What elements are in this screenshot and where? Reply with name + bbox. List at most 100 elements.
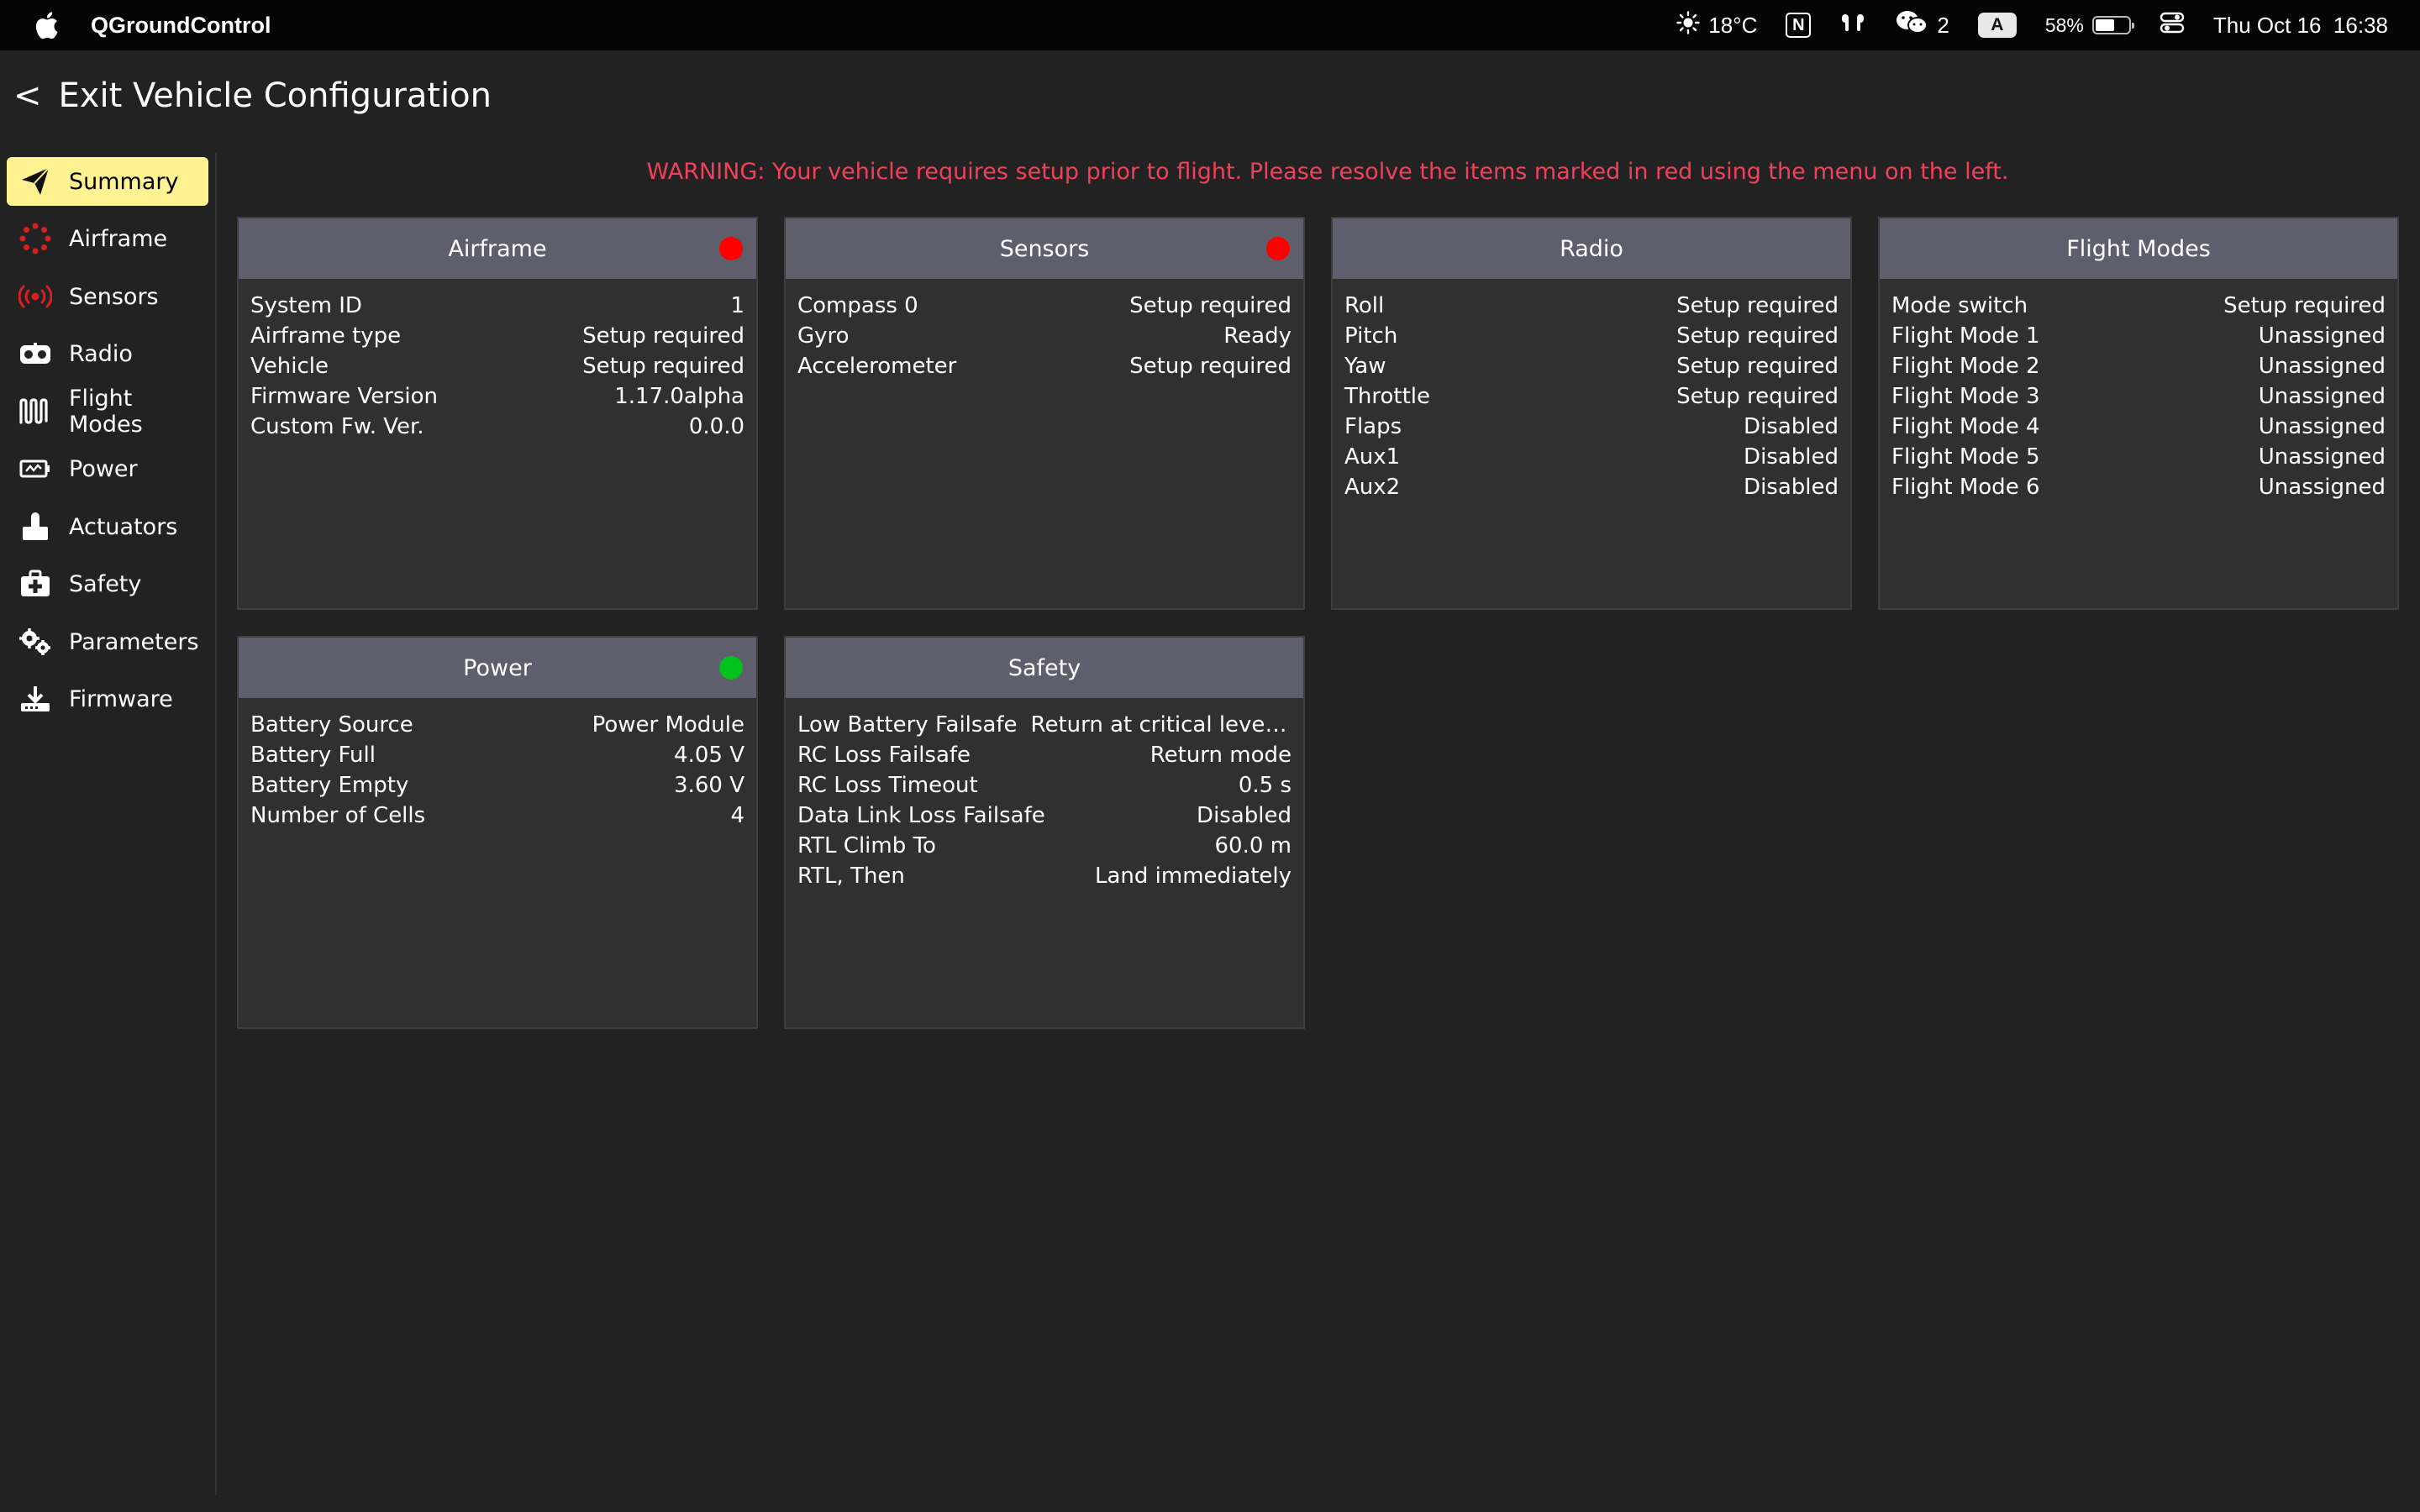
row-label: Accelerometer	[797, 354, 957, 379]
wechat-menu[interactable]: 2	[1895, 9, 1949, 42]
card-body: Battery Source Power Module Battery Full 4…	[239, 698, 756, 831]
row-value: Return mode	[1150, 743, 1292, 768]
summary-row: RC Loss Timeout 0.5 s	[797, 770, 1292, 801]
actuators-icon	[18, 510, 52, 543]
summary-row: RTL Climb To 60.0 m	[797, 831, 1292, 861]
menu-bar: QGroundControl 18°C N 2 A 58% Thu Oct 16…	[0, 0, 2420, 50]
row-label: Gyro	[797, 323, 850, 349]
sidebar-item-label: Safety	[69, 570, 142, 597]
power-card-header[interactable]: Power	[239, 638, 756, 698]
row-value: 60.0 m	[1214, 833, 1292, 858]
sidebar-item-safety[interactable]: Safety	[7, 559, 208, 608]
sensors-summary-card: Sensors Compass 0 Setup required Gyro Read…	[784, 217, 1305, 610]
safety-card-header[interactable]: Safety	[786, 638, 1303, 698]
exit-vehicle-configuration-button[interactable]: < Exit Vehicle Configuration	[13, 72, 492, 119]
summary-row: Flaps Disabled	[1344, 412, 1839, 442]
control-center-icon	[2160, 11, 2185, 40]
summary-row: Data Link Loss Failsafe Disabled	[797, 801, 1292, 831]
flight-modes-icon	[18, 395, 52, 428]
row-value: Setup required	[1129, 354, 1292, 379]
row-value: Unassigned	[2258, 444, 2386, 470]
card-title: Flight Modes	[2066, 235, 2211, 262]
summary-row: Roll Setup required	[1344, 291, 1839, 321]
paper-plane-icon	[18, 165, 52, 198]
summary-row: Flight Mode 3 Unassigned	[1891, 381, 2386, 412]
sidebar: Summary Airframe Sensors Radio Flight Mo…	[0, 153, 217, 1495]
weather-status[interactable]: 18°C	[1676, 10, 1758, 40]
summary-row: Aux2 Disabled	[1344, 472, 1839, 502]
notion-icon: N	[1786, 13, 1812, 38]
row-value: 4.05 V	[674, 743, 744, 768]
row-value: Power Module	[592, 712, 744, 738]
sidebar-item-airframe[interactable]: Airframe	[7, 214, 208, 263]
summary-row: System ID 1	[250, 291, 744, 321]
clock[interactable]: Thu Oct 16 16:38	[2213, 13, 2388, 39]
summary-row: Flight Mode 5 Unassigned	[1891, 442, 2386, 472]
card-title: Airframe	[448, 235, 547, 262]
radio-icon	[18, 337, 52, 370]
apple-menu-icon[interactable]	[32, 11, 60, 39]
sidebar-item-sensors[interactable]: Sensors	[7, 272, 208, 321]
row-label: Aux1	[1344, 444, 1401, 470]
row-label: RC Loss Timeout	[797, 773, 978, 798]
card-body: Mode switch Setup required Flight Mode 1 U…	[1880, 279, 2397, 502]
sidebar-item-flight-modes[interactable]: Flight Modes	[7, 386, 208, 438]
sidebar-item-label: Power	[69, 455, 138, 482]
back-chevron-icon: <	[13, 76, 42, 115]
row-value: Setup required	[582, 323, 744, 349]
row-label: Aux2	[1344, 475, 1401, 500]
sidebar-item-firmware[interactable]: Firmware	[7, 675, 208, 723]
sidebar-item-radio[interactable]: Radio	[7, 329, 208, 378]
row-value: 0.0.0	[688, 414, 744, 439]
row-label: Flight Mode 1	[1891, 323, 2040, 349]
airpods-menu[interactable]	[1839, 11, 1866, 40]
row-value: Disabled	[1744, 444, 1839, 470]
input-source-menu[interactable]: A	[1977, 13, 2017, 38]
battery-percent: 58%	[2044, 13, 2084, 36]
battery-status[interactable]: 58%	[2044, 13, 2134, 37]
row-label: Flight Mode 2	[1891, 354, 2040, 379]
input-source-icon: A	[1977, 13, 2017, 38]
summary-row: Flight Mode 6 Unassigned	[1891, 472, 2386, 502]
wechat-badge-count: 2	[1937, 12, 1949, 38]
temperature: 18°C	[1708, 12, 1758, 38]
summary-row: Vehicle Setup required	[250, 351, 744, 381]
safety-summary-card: Safety Low Battery Failsafe Return at cri…	[784, 636, 1305, 1029]
row-value: 0.5 s	[1238, 773, 1292, 798]
app-name[interactable]: QGroundControl	[91, 13, 271, 39]
airframe-icon	[18, 222, 52, 255]
row-value: 1.17.0alpha	[614, 384, 744, 409]
row-value: Disabled	[1744, 414, 1839, 439]
row-value: Unassigned	[2258, 475, 2386, 500]
row-label: RC Loss Failsafe	[797, 743, 971, 768]
sun-icon	[1676, 10, 1700, 40]
airframe-card-header[interactable]: Airframe	[239, 218, 756, 279]
summary-row: Custom Fw. Ver. 0.0.0	[250, 412, 744, 442]
sidebar-item-summary[interactable]: Summary	[7, 157, 208, 206]
row-label: Flight Mode 6	[1891, 475, 2040, 500]
row-value: 3.60 V	[674, 773, 744, 798]
sensors-card-header[interactable]: Sensors	[786, 218, 1303, 279]
power-summary-card: Power Battery Source Power Module Battery…	[237, 636, 758, 1029]
radio-card-header[interactable]: Radio	[1333, 218, 1850, 279]
row-value: Setup required	[2223, 293, 2386, 318]
notion-menu[interactable]: N	[1786, 13, 1812, 38]
summary-row: RC Loss Failsafe Return mode	[797, 740, 1292, 770]
row-label: Flight Mode 3	[1891, 384, 2040, 409]
control-center[interactable]	[2160, 11, 2185, 40]
row-label: Yaw	[1344, 354, 1386, 379]
summary-row: Throttle Setup required	[1344, 381, 1839, 412]
firmware-upload-icon	[18, 682, 52, 716]
card-title: Safety	[1007, 654, 1081, 681]
summary-row: Flight Mode 1 Unassigned	[1891, 321, 2386, 351]
row-value: Setup required	[1676, 323, 1839, 349]
sidebar-item-actuators[interactable]: Actuators	[7, 502, 208, 551]
card-title: Sensors	[999, 235, 1090, 262]
status-indicator-green	[719, 656, 743, 680]
battery-icon	[18, 452, 52, 486]
sidebar-item-power[interactable]: Power	[7, 444, 208, 493]
row-value: Setup required	[1129, 293, 1292, 318]
sidebar-item-parameters[interactable]: Parameters	[7, 617, 208, 666]
card-title: Radio	[1560, 235, 1623, 262]
flight-modes-card-header[interactable]: Flight Modes	[1880, 218, 2397, 279]
